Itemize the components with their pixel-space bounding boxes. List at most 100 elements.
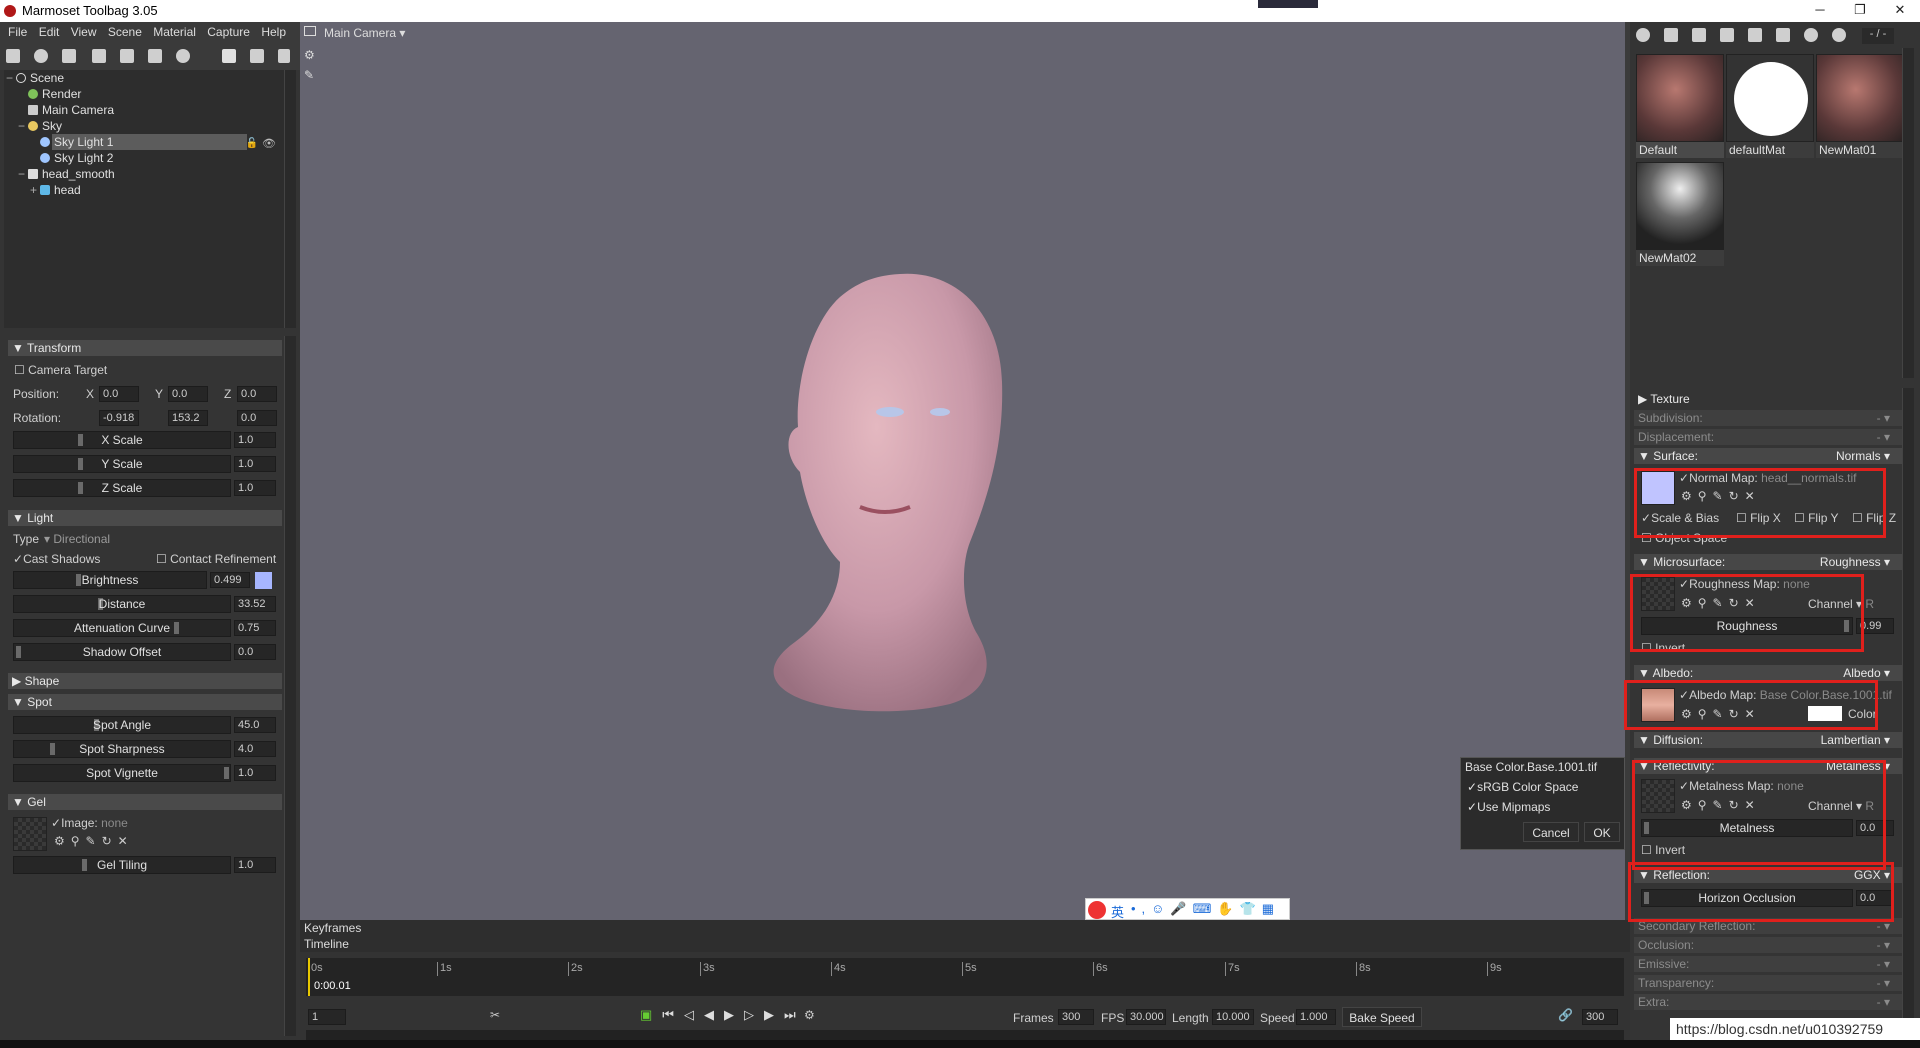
camera-selector[interactable]: Main Camera ▾	[324, 26, 405, 40]
tree-item-head-smooth[interactable]: − head_smooth	[4, 166, 284, 182]
add-shadow-catcher-icon[interactable]	[92, 49, 106, 63]
spot-vignette-slider[interactable]: Spot Vignette	[13, 764, 231, 782]
rotation-x-field[interactable]: -0.918	[99, 410, 139, 426]
menu-scene[interactable]: Scene	[108, 22, 142, 42]
material-properties-scrollbar[interactable]	[1902, 388, 1914, 1018]
add-turntable-icon[interactable]	[148, 49, 162, 63]
position-x-field[interactable]: 0.0	[99, 386, 139, 402]
y-scale-slider[interactable]: Y Scale	[13, 455, 231, 473]
timeline-ruler[interactable]: 0s 1s 2s 3s 4s 5s 6s 7s 8s 9s 0:00.01	[306, 958, 1624, 996]
gel-tiling-slider[interactable]: Gel Tiling	[13, 856, 231, 874]
attenuation-curve-value[interactable]: 0.75	[234, 620, 276, 636]
ok-button[interactable]: OK	[1584, 822, 1620, 842]
material-scrollbar[interactable]	[1902, 48, 1914, 378]
extra-section[interactable]: Extra: - ▾	[1634, 994, 1902, 1010]
bake-speed-button[interactable]: Bake Speed	[1342, 1007, 1422, 1027]
add-fog-icon[interactable]	[120, 49, 134, 63]
srgb-checkbox[interactable]: ✓sRGB Color Space	[1467, 780, 1578, 794]
material-defaultmat-label[interactable]: defaultMat	[1726, 142, 1814, 158]
settings-icon[interactable]: ⚙	[804, 1008, 815, 1022]
surface-section[interactable]: ▼ Surface: Normals ▾	[1634, 448, 1902, 464]
viewport-settings-icon[interactable]: ⚙	[304, 48, 315, 62]
rotation-y-field[interactable]: 153.2	[168, 410, 208, 426]
occlusion-section[interactable]: Occlusion: - ▾	[1634, 937, 1902, 953]
displacement-section[interactable]: Displacement: - ▾	[1634, 429, 1902, 445]
distance-value[interactable]: 33.52	[234, 596, 276, 612]
position-z-field[interactable]: 0.0	[237, 386, 277, 402]
x-scale-value[interactable]: 1.0	[234, 432, 276, 448]
timeline-header[interactable]: Timeline	[300, 936, 1630, 952]
camera-target-checkbox[interactable]: ☐ Camera Target	[14, 363, 107, 377]
playback-controls[interactable]: ▣⏮◁◀▶▷▶⏭	[640, 1007, 806, 1023]
ime-tools[interactable]: •,☺🎤⌨✋👕▦	[1131, 901, 1280, 917]
length-field[interactable]: 10.000	[1212, 1009, 1254, 1025]
material-newmat01-thumbnail[interactable]	[1816, 54, 1904, 142]
properties-scrollbar[interactable]	[284, 336, 296, 1036]
tree-item-scene[interactable]: − Scene	[4, 70, 284, 86]
material-default-thumbnail[interactable]	[1636, 54, 1724, 142]
light-color-swatch[interactable]	[255, 572, 272, 589]
texture-section[interactable]: ▶ Texture	[1634, 391, 1902, 407]
frames-field[interactable]: 300	[1058, 1009, 1094, 1025]
brightness-slider[interactable]: Brightness	[13, 571, 207, 589]
tree-item-sky-light-2[interactable]: Sky Light 2	[4, 150, 284, 166]
material-newmat01-label[interactable]: NewMat01	[1816, 142, 1904, 158]
transparency-section[interactable]: Transparency: - ▾	[1634, 975, 1902, 991]
shadow-offset-value[interactable]: 0.0	[234, 644, 276, 660]
subdivision-section[interactable]: Subdivision: - ▾	[1634, 410, 1902, 426]
menu-capture[interactable]: Capture	[207, 22, 250, 42]
minimize-icon[interactable]: ─	[1800, 2, 1840, 20]
menu-view[interactable]: View	[71, 22, 97, 42]
material-defaultmat-thumbnail[interactable]	[1726, 54, 1814, 142]
link-icon[interactable]: 🔗	[1558, 1008, 1573, 1022]
material-settings-icon[interactable]	[1832, 28, 1846, 42]
material-default-label[interactable]: Default	[1636, 142, 1724, 158]
transform-header[interactable]: ▼ Transform	[8, 340, 282, 356]
spot-angle-slider[interactable]: Spot Angle	[13, 716, 231, 734]
end-frame-field[interactable]: 300	[1582, 1009, 1618, 1025]
contact-refinement-checkbox[interactable]: ☐ Contact Refinement	[156, 552, 276, 566]
gel-image-tools[interactable]: ⚙⚲✎↻✕	[54, 834, 134, 848]
diffusion-section[interactable]: ▼ Diffusion: Lambertian ▾	[1634, 732, 1902, 748]
playhead[interactable]	[308, 958, 310, 996]
material-newmat02-label[interactable]: NewMat02	[1636, 250, 1724, 266]
tree-item-sky[interactable]: − Sky	[4, 118, 284, 134]
emissive-section[interactable]: Emissive: - ▾	[1634, 956, 1902, 972]
ime-language-toggle[interactable]: 英	[1111, 902, 1124, 921]
tree-item-sky-light-1[interactable]: Sky Light 1 🔓 👁	[4, 134, 284, 150]
shape-header[interactable]: ▶ Shape	[8, 673, 282, 689]
mipmaps-checkbox[interactable]: ✓Use Mipmaps	[1467, 800, 1550, 814]
attenuation-curve-slider[interactable]: Attenuation Curve	[13, 619, 231, 637]
menu-material[interactable]: Material	[153, 22, 196, 42]
light-header[interactable]: ▼ Light	[8, 510, 282, 526]
spot-sharpness-value[interactable]: 4.0	[234, 741, 276, 757]
delete-material-icon[interactable]	[1748, 28, 1762, 42]
rotation-z-field[interactable]: 0.0	[237, 410, 277, 426]
keyframes-header[interactable]: Keyframes	[300, 920, 1630, 936]
spot-vignette-value[interactable]: 1.0	[234, 765, 276, 781]
close-icon[interactable]: ✕	[1880, 2, 1920, 20]
add-material-icon[interactable]	[1636, 28, 1650, 42]
tree-item-render[interactable]: Render	[4, 86, 284, 102]
folder-icon[interactable]	[1720, 28, 1734, 42]
light-type-dropdown[interactable]: ▾ Directional	[44, 532, 110, 546]
spot-angle-value[interactable]: 45.0	[234, 717, 276, 733]
material-newmat02-thumbnail[interactable]	[1636, 162, 1724, 250]
sogou-logo-icon[interactable]	[1088, 901, 1106, 919]
tree-item-head[interactable]: + head	[4, 182, 284, 198]
menu-file[interactable]: File	[8, 22, 27, 42]
microsurface-section[interactable]: ▼ Microsurface: Roughness ▾	[1634, 554, 1902, 570]
brightness-value[interactable]: 0.499	[210, 572, 250, 588]
albedo-section[interactable]: ▼ Albedo: Albedo ▾	[1634, 665, 1902, 681]
x-scale-slider[interactable]: X Scale	[13, 431, 231, 449]
add-light-icon[interactable]	[34, 49, 48, 63]
viewport-picker-icon[interactable]: ✎	[304, 68, 314, 82]
spot-sharpness-slider[interactable]: Spot Sharpness	[13, 740, 231, 758]
z-scale-slider[interactable]: Z Scale	[13, 479, 231, 497]
add-camera-icon[interactable]	[62, 49, 76, 63]
y-scale-value[interactable]: 1.0	[234, 456, 276, 472]
duplicate-material-icon[interactable]	[1664, 28, 1678, 42]
restore-icon[interactable]: ❐	[1840, 2, 1880, 20]
pick-material-icon[interactable]	[1776, 28, 1790, 42]
menu-help[interactable]: Help	[261, 22, 286, 42]
